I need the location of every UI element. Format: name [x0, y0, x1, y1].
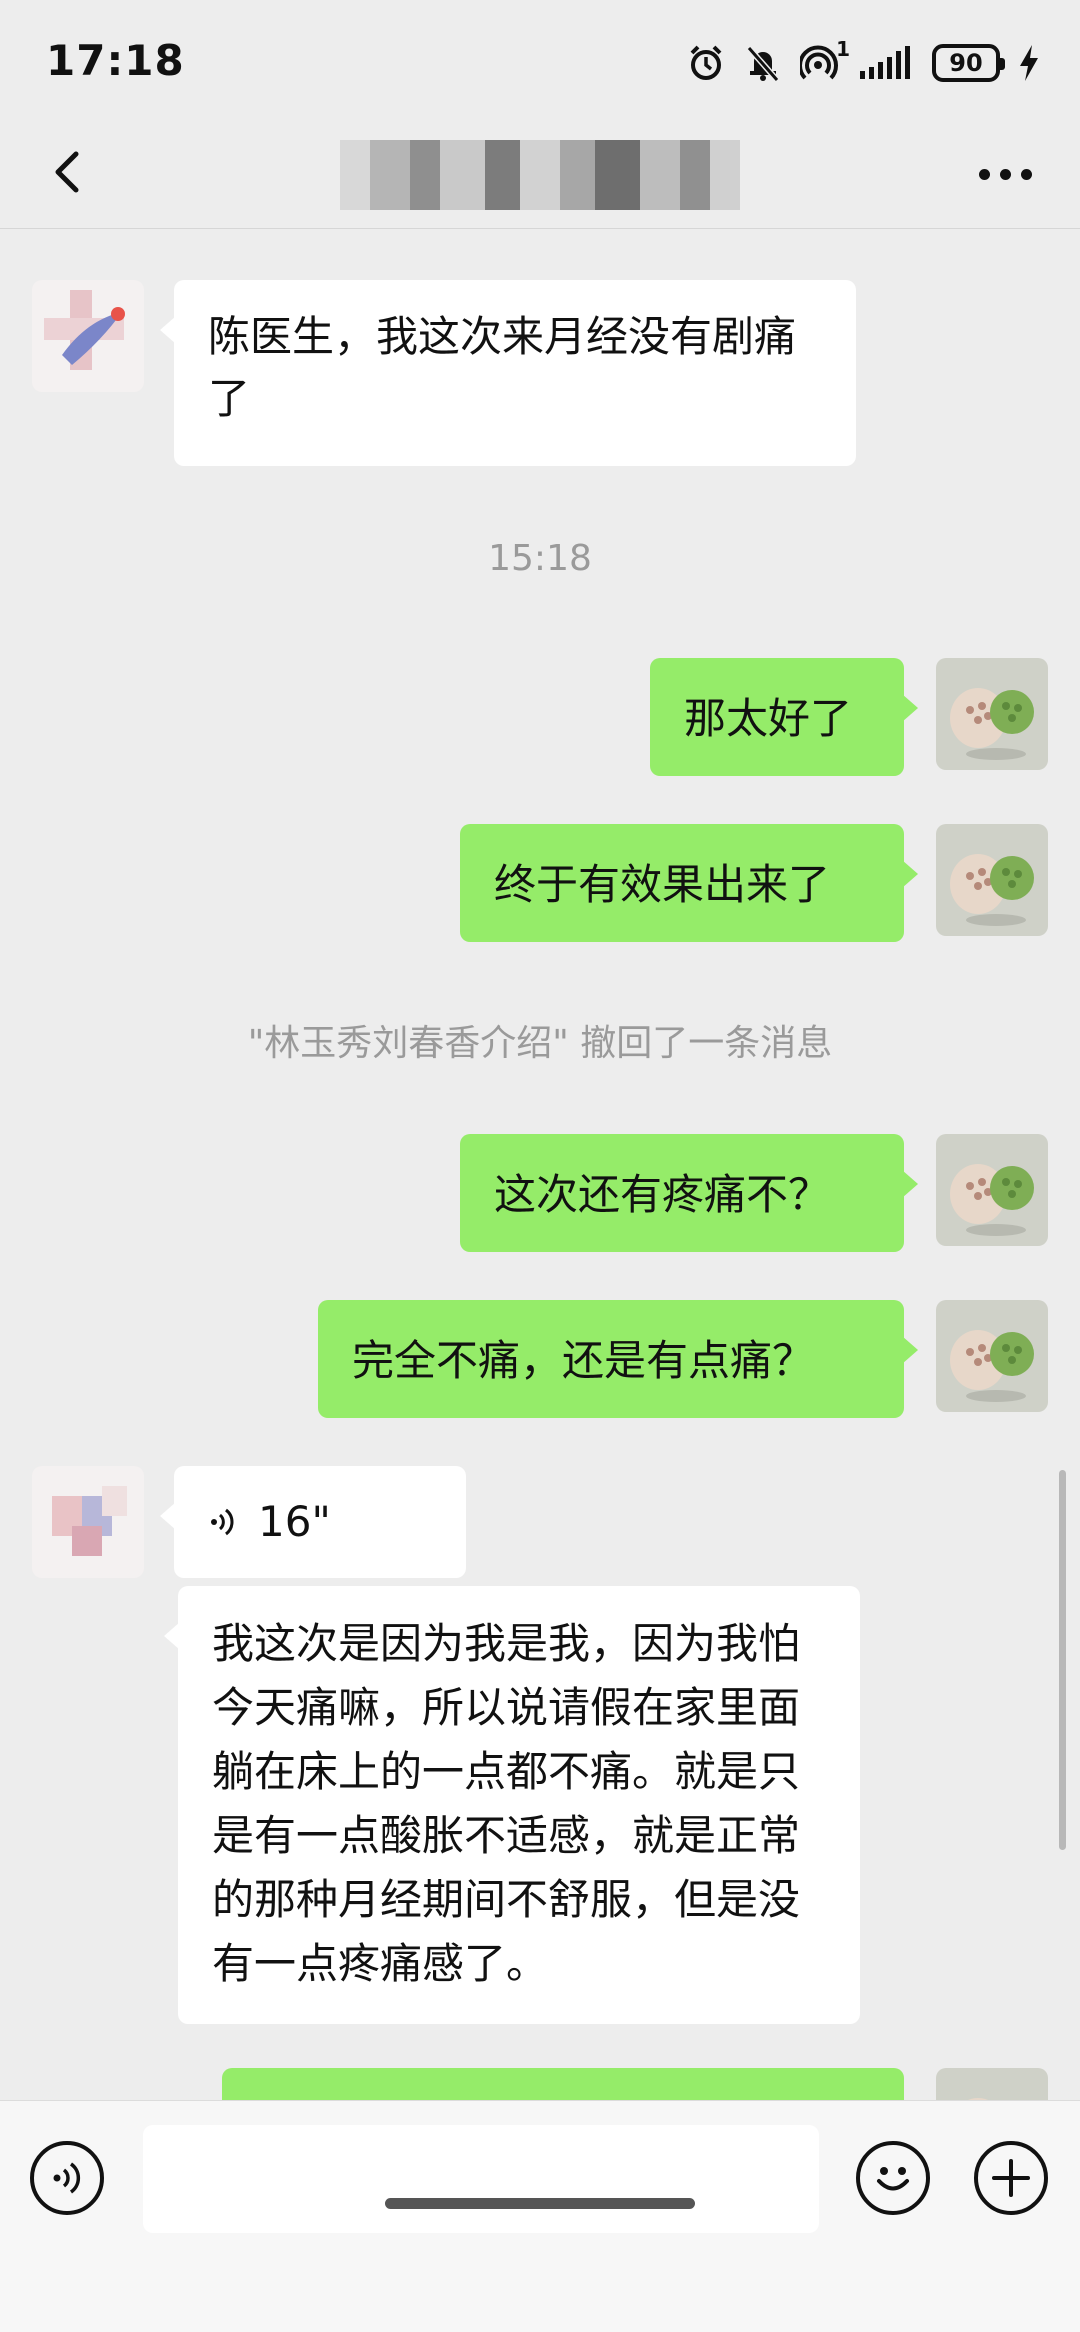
message-timestamp: 15:18: [488, 538, 592, 579]
contact-avatar[interactable]: [32, 280, 144, 392]
incoming-message[interactable]: 我这次是因为我是我，因为我怕今天痛嘛，所以说请假在家里面躺在床上的一点都不痛。就…: [164, 1586, 860, 2024]
mute-bell-icon: [746, 46, 780, 82]
outgoing-message[interactable]: 完全不痛，还是有点痛？: [318, 1300, 918, 1418]
contact-avatar[interactable]: [32, 1466, 144, 1578]
voice-mode-icon[interactable]: [30, 2141, 104, 2215]
plus-icon[interactable]: [974, 2141, 1048, 2215]
hotspot-indicator: 1: [800, 37, 850, 83]
my-avatar[interactable]: [936, 1300, 1048, 1412]
status-time: 17:18: [46, 36, 185, 85]
voice-duration: 16": [258, 1497, 331, 1546]
my-avatar[interactable]: [936, 2068, 1048, 2100]
status-bar: 17:18 1 90: [0, 0, 1080, 120]
contact-name-blurred: [340, 140, 740, 210]
message-list[interactable]: 陈医生，我这次来月经没有剧痛了 15:18 那太好了 终于有效果出来了 "林玉秀…: [0, 230, 1080, 2100]
my-avatar[interactable]: [936, 658, 1048, 770]
outgoing-message[interactable]: 那太好了: [650, 658, 918, 776]
alarm-icon: [690, 45, 722, 80]
scrollbar[interactable]: [1059, 1470, 1066, 1850]
charging-icon: [1020, 45, 1038, 81]
signal-superscript: 1: [836, 37, 850, 61]
outgoing-message[interactable]: 这次还有疼痛不？: [460, 1134, 918, 1252]
hotspot-icon: [800, 45, 838, 80]
message-input[interactable]: [143, 2125, 819, 2233]
my-avatar[interactable]: [936, 1134, 1048, 1246]
home-indicator[interactable]: [385, 2198, 695, 2209]
status-icons: 1 90: [686, 37, 1040, 88]
input-bar: [0, 2100, 1080, 2332]
outgoing-message[interactable]: 终于有效果出来了: [460, 824, 918, 942]
chat-header: [0, 120, 1080, 229]
voice-message[interactable]: 16": [160, 1466, 466, 1578]
more-dots-icon[interactable]: [970, 144, 1040, 204]
outgoing-message-partial[interactable]: [222, 2068, 904, 2100]
emoji-icon[interactable]: [856, 2141, 930, 2215]
my-avatar[interactable]: [936, 824, 1048, 936]
recall-notice: "林玉秀刘春香介绍" 撤回了一条消息: [247, 1023, 833, 1064]
voice-wave-icon: [211, 1508, 234, 1536]
chevron-left-icon[interactable]: [40, 142, 100, 202]
battery-indicator: 90: [932, 44, 1005, 82]
incoming-message[interactable]: 陈医生，我这次来月经没有剧痛了: [160, 280, 856, 466]
signal-bars-icon: [860, 46, 910, 79]
